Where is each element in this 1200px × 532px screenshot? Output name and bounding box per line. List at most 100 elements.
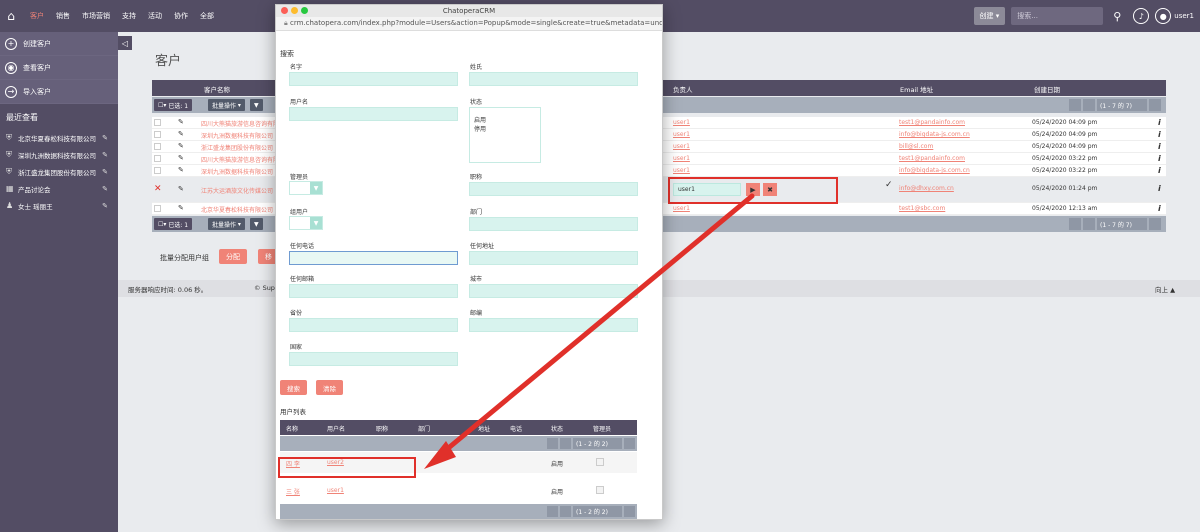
home-icon[interactable]: ⌂ (4, 9, 18, 23)
select-dropdown[interactable]: ☐▾ 已选: 1 (154, 218, 193, 230)
row-checkbox[interactable] (154, 143, 161, 150)
info-icon[interactable]: i (1158, 130, 1161, 139)
col-name[interactable]: 名称 (286, 424, 298, 433)
email-link[interactable]: info@bigdata-js.com.cn (899, 167, 970, 174)
row-checkbox[interactable] (154, 155, 161, 162)
row-checkbox[interactable] (154, 205, 161, 212)
recent-item[interactable]: ⛨ 浙江盛龙集团股份有限公司 ✎ (0, 163, 118, 180)
col-department[interactable]: 部门 (418, 424, 430, 433)
info-icon[interactable]: i (1158, 166, 1161, 175)
recent-item[interactable]: ▦ 产品讨论会 ✎ (0, 180, 118, 197)
search-button[interactable]: 搜索 (280, 380, 307, 395)
email-link[interactable]: info@dhxy.com.cn (899, 185, 954, 192)
col-name[interactable]: 客户名称 (204, 84, 230, 94)
sidebar-view-accounts[interactable]: ◉ 查看客户 (0, 56, 118, 80)
minimize-window-icon[interactable] (291, 7, 298, 14)
last-page-button[interactable] (624, 506, 635, 517)
department-input[interactable] (469, 217, 638, 231)
last-page-button[interactable] (624, 438, 635, 449)
info-icon[interactable]: i (1158, 204, 1161, 213)
col-created[interactable]: 创建日期 (1034, 84, 1060, 94)
user-row[interactable]: 三 张 user1 启用 (280, 480, 637, 501)
nav-accounts[interactable]: 客户 (30, 11, 44, 21)
edit-icon[interactable]: ✎ (102, 185, 108, 193)
any-phone-input[interactable] (289, 251, 458, 265)
email-link[interactable]: test1@sbc.com (899, 205, 945, 212)
edit-icon[interactable]: ✎ (178, 154, 184, 162)
edit-icon[interactable]: ✎ (102, 168, 108, 176)
any-email-input[interactable] (289, 284, 458, 298)
group-user-select[interactable]: ▼ (289, 216, 323, 230)
col-title[interactable]: 职称 (376, 424, 388, 433)
lastname-input[interactable] (469, 72, 638, 86)
owner-link[interactable]: user1 (673, 155, 690, 162)
row-checkbox[interactable] (154, 131, 161, 138)
next-page-button[interactable] (1135, 99, 1147, 111)
close-window-icon[interactable] (281, 7, 288, 14)
nav-collaboration[interactable]: 协作 (174, 11, 188, 21)
clear-button[interactable]: 清除 (316, 380, 343, 395)
username-input[interactable] (289, 107, 458, 121)
last-page-button[interactable] (1149, 99, 1161, 111)
edit-icon[interactable]: ✎ (178, 166, 184, 174)
any-address-input[interactable] (469, 251, 638, 265)
popup-url-bar[interactable]: 🔒︎ crm.chatopera.com/index.php?module=Us… (276, 17, 662, 31)
col-address[interactable]: 地址 (478, 424, 490, 433)
edit-icon[interactable]: ✎ (102, 151, 108, 159)
prev-page-button[interactable] (560, 438, 571, 449)
info-icon[interactable]: i (1158, 154, 1161, 163)
owner-link[interactable]: user1 (673, 143, 690, 150)
email-link[interactable]: test1@pandainfo.com (899, 119, 965, 126)
state-input[interactable] (289, 318, 458, 332)
col-status[interactable]: 状态 (551, 424, 563, 433)
col-admin[interactable]: 管理员 (593, 424, 611, 433)
email-link[interactable]: test1@pandainfo.com (899, 155, 965, 162)
info-icon[interactable]: i (1158, 118, 1161, 127)
edit-icon[interactable]: ✎ (102, 202, 108, 210)
nav-all[interactable]: 全部 (200, 11, 214, 21)
first-page-button[interactable] (1069, 218, 1081, 230)
first-page-button[interactable] (547, 506, 558, 517)
row-checkbox[interactable] (154, 167, 161, 174)
row-checkbox[interactable] (154, 119, 161, 126)
edit-icon[interactable]: ✎ (178, 130, 184, 138)
account-name-link[interactable]: 江苏大运酒旅文化传媒公司 (201, 186, 273, 195)
postal-input[interactable] (469, 318, 638, 332)
notification-icon[interactable]: ♪ (1133, 8, 1150, 24)
recent-item[interactable]: ♟ 女士 瑶丽王 ✎ (0, 197, 118, 214)
edit-icon[interactable]: ✎ (102, 134, 108, 142)
col-username[interactable]: 用户名 (327, 424, 345, 433)
account-name-link[interactable]: 深圳九洲数据科技有限公司 (201, 131, 273, 140)
assign-button[interactable]: 分配 (219, 249, 247, 264)
prev-page-button[interactable] (1083, 218, 1095, 230)
delete-icon[interactable]: ✕ (154, 184, 162, 194)
collapse-sidebar-icon[interactable]: ◁ (118, 36, 132, 50)
prev-page-button[interactable] (560, 506, 571, 517)
email-link[interactable]: info@bigdata-js.com.cn (899, 131, 970, 138)
status-select[interactable]: 启用 停用 (469, 107, 541, 163)
owner-link[interactable]: user1 (673, 131, 690, 138)
account-name-link[interactable]: 深圳九洲数据科技有限公司 (201, 167, 273, 176)
bulk-action-button[interactable]: 批量操作 ▾ (208, 218, 245, 230)
sidebar-create-account[interactable]: + 创建客户 (0, 32, 118, 56)
col-owner[interactable]: 负责人 (673, 84, 693, 94)
info-icon[interactable]: i (1158, 184, 1161, 193)
status-option-inactive[interactable]: 停用 (474, 125, 536, 134)
sidebar-import-accounts[interactable]: → 导入客户 (0, 80, 118, 104)
account-name-link[interactable]: 北京华夏春松科技有限公司 (201, 205, 273, 214)
col-phone[interactable]: 电话 (510, 424, 522, 433)
title-input[interactable] (469, 182, 638, 196)
owner-link[interactable]: user1 (673, 119, 690, 126)
filter-icon[interactable]: ▼ (250, 99, 263, 111)
country-input[interactable] (289, 352, 458, 366)
user-menu[interactable]: user1 (1174, 12, 1194, 20)
user-avatar-icon[interactable]: ● (1155, 8, 1172, 24)
nav-activities[interactable]: 活动 (148, 11, 162, 21)
prev-page-button[interactable] (1083, 99, 1095, 111)
next-page-button[interactable] (611, 438, 622, 449)
select-dropdown[interactable]: ☐▾ 已选: 1 (154, 99, 193, 111)
edit-icon[interactable]: ✎ (178, 118, 184, 126)
edit-icon[interactable]: ✎ (178, 142, 184, 150)
recent-item[interactable]: ⛨ 深圳九洲数据科技有限公司 ✎ (0, 146, 118, 163)
firstname-input[interactable] (289, 72, 458, 86)
